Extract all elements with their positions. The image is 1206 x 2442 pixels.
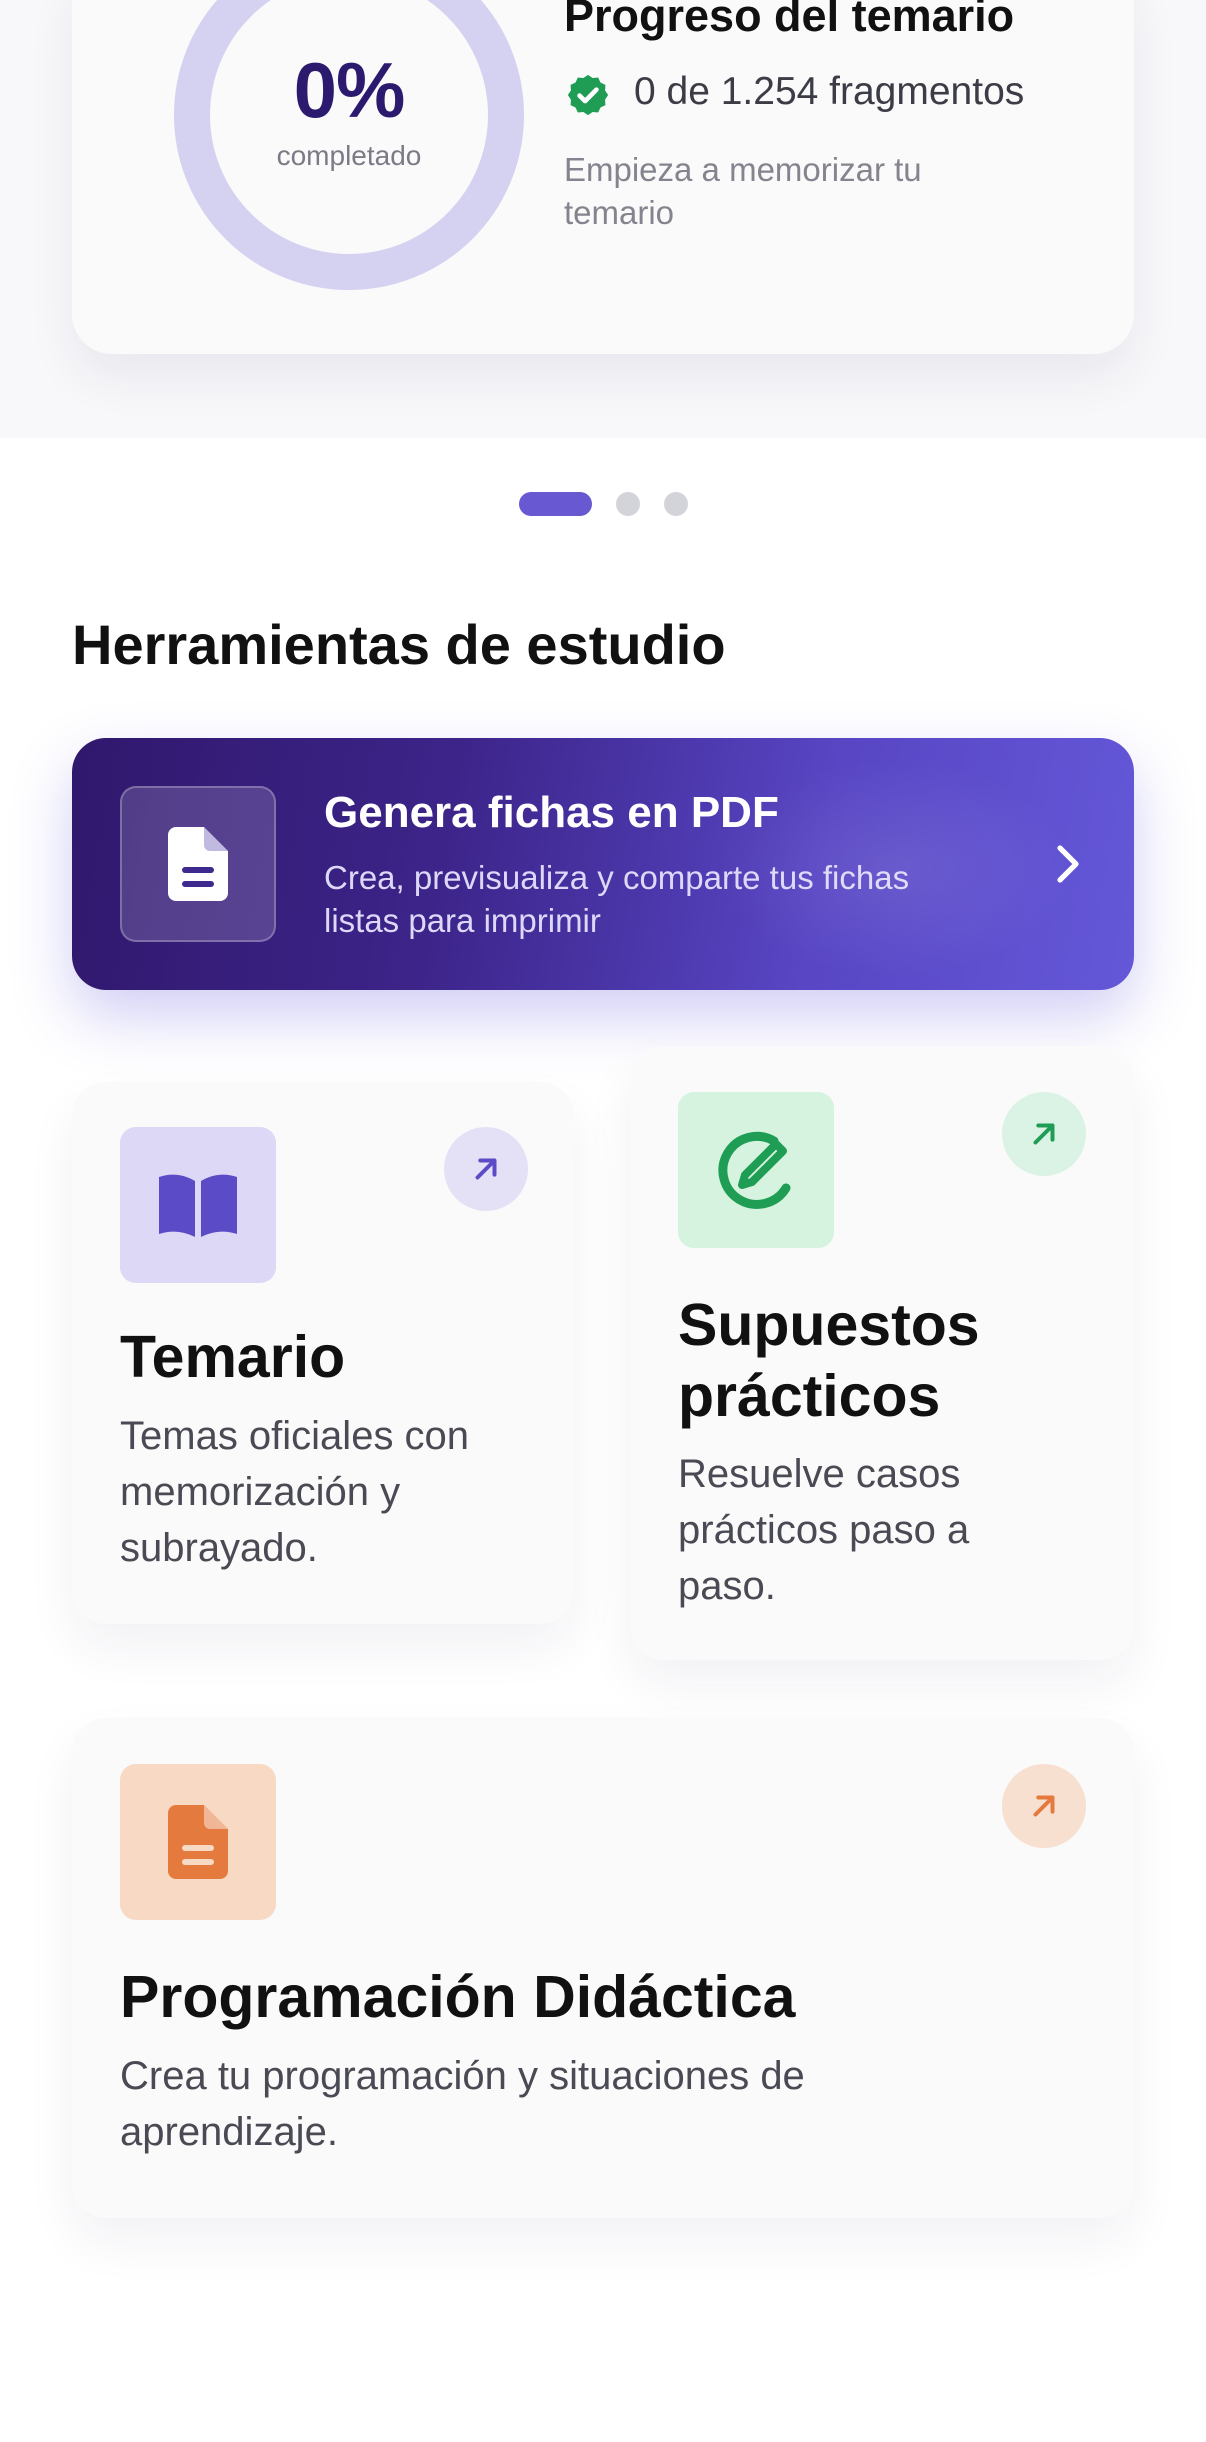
arrow-up-right-icon: [1033, 1123, 1055, 1145]
supuestos-icon-box: [678, 1092, 834, 1248]
arrow-up-right-icon: [1033, 1795, 1055, 1817]
temario-title: Temario: [120, 1324, 346, 1390]
temario-open-button[interactable]: [444, 1127, 528, 1211]
arrow-up-right-icon: [475, 1158, 497, 1180]
temario-description: Temas oficiales con memorización y subra…: [120, 1414, 470, 1570]
programacion-card[interactable]: Programación Didáctica Crea tu programac…: [72, 1718, 1134, 2218]
progress-card[interactable]: 0% completado Progreso del temario 0 de …: [72, 0, 1134, 354]
progress-hint: Empieza a memorizar tu temario: [564, 151, 922, 231]
carousel-dots: [519, 492, 712, 516]
supuestos-title: Supuestos prácticos: [678, 1292, 980, 1429]
verified-badge-icon: [567, 74, 609, 116]
progress-title: Progreso del temario: [564, 0, 1015, 41]
document-icon: [168, 827, 228, 901]
section-title: Herramientas de estudio: [72, 613, 726, 676]
carousel-dot-active[interactable]: [519, 492, 592, 516]
pdf-icon-box: [120, 786, 276, 942]
programacion-description: Crea tu programación y situaciones de ap…: [120, 2054, 805, 2154]
progress-percent-caption: completado: [276, 140, 422, 171]
supuestos-description: Resuelve casos prácticos paso a paso.: [678, 1452, 970, 1608]
carousel-dot[interactable]: [664, 492, 688, 516]
progress-percent: 0%: [293, 46, 406, 134]
fragments-count: 0 de 1.254 fragmentos: [634, 70, 1025, 113]
chevron-right-icon: [1057, 845, 1079, 883]
programacion-open-button[interactable]: [1002, 1764, 1086, 1848]
book-open-icon: [159, 1174, 237, 1237]
carousel-dot[interactable]: [616, 492, 640, 516]
supuestos-card[interactable]: Supuestos prácticos Resuelve casos práct…: [630, 1046, 1134, 1660]
edit-circle-icon: [718, 1131, 791, 1209]
temario-icon-box: [120, 1127, 276, 1283]
programacion-title: Programación Didáctica: [120, 1964, 796, 2030]
supuestos-open-button[interactable]: [1002, 1092, 1086, 1176]
programacion-icon-box: [120, 1764, 276, 1920]
generate-pdf-banner[interactable]: Genera fichas en PDF Crea, previsualiza …: [72, 738, 1134, 990]
document-icon: [168, 1805, 228, 1879]
pdf-banner-subtitle: Crea, previsualiza y comparte tus fichas…: [324, 859, 910, 939]
pdf-banner-title: Genera fichas en PDF: [324, 788, 779, 837]
temario-card[interactable]: Temario Temas oficiales con memorización…: [72, 1082, 574, 1624]
